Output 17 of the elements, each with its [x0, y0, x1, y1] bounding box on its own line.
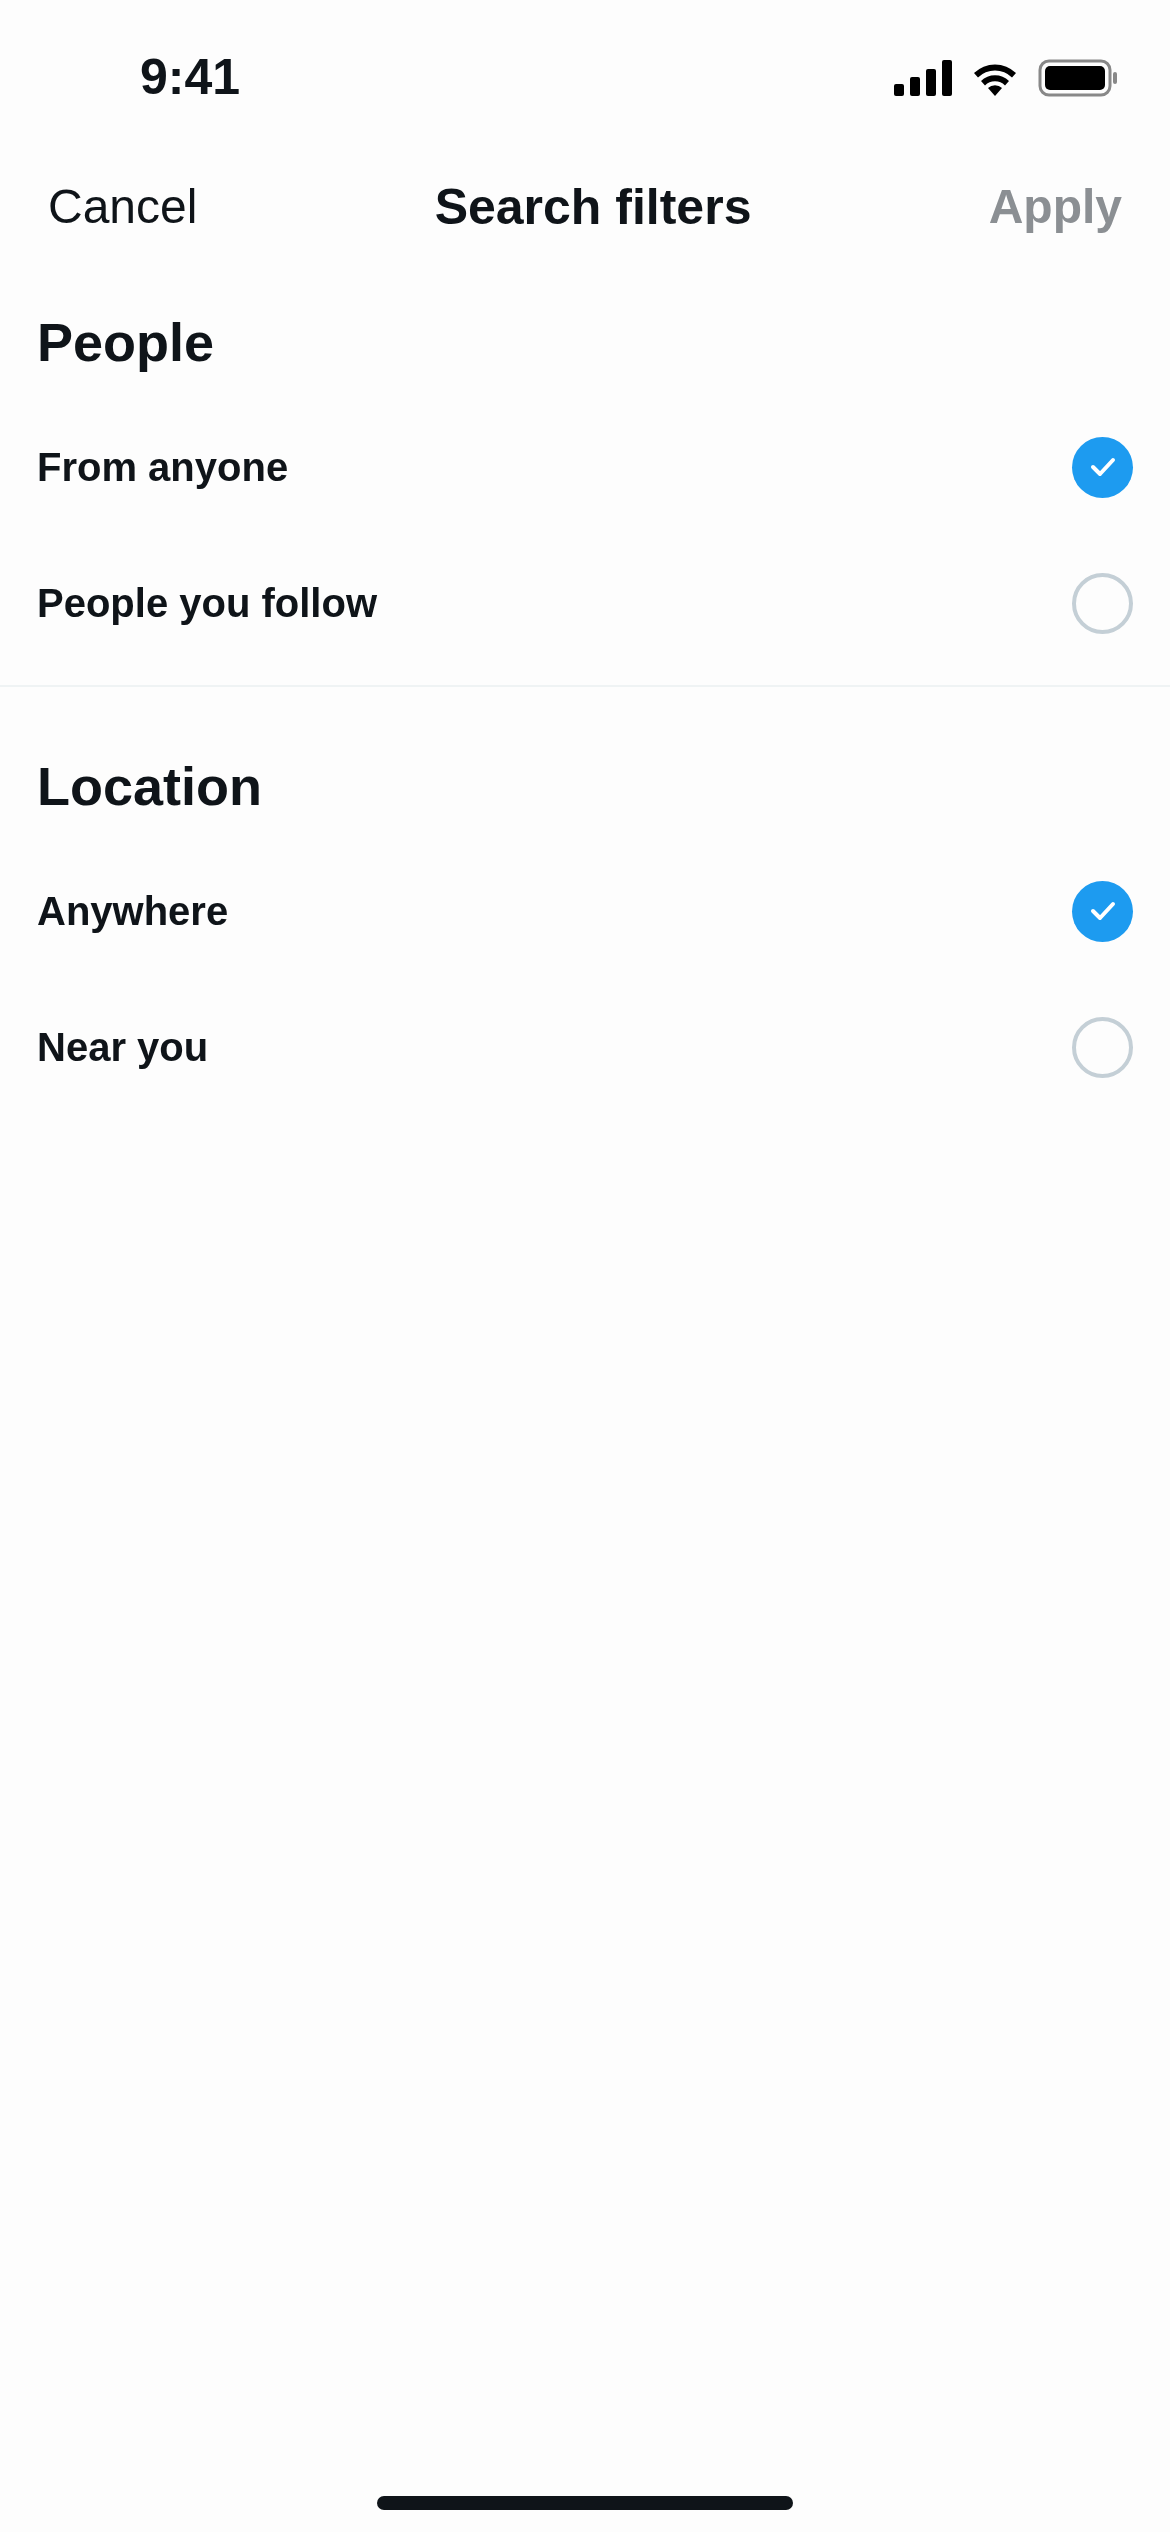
radio-button[interactable] — [1072, 572, 1133, 634]
section-heading: People — [37, 310, 216, 374]
option-label: People you follow — [37, 580, 378, 627]
cancel-button[interactable]: Cancel — [48, 171, 198, 243]
radio-button[interactable] — [1072, 880, 1133, 942]
checkmark-icon — [1089, 456, 1116, 478]
radio-button[interactable] — [1072, 1016, 1133, 1078]
signal-icon — [894, 59, 952, 96]
radio-button[interactable] — [1072, 436, 1133, 498]
battery-icon — [1038, 58, 1118, 97]
screen-title: Search filters — [434, 177, 752, 237]
option-label: Near you — [37, 1024, 209, 1071]
section-heading: Location — [37, 754, 263, 818]
status-time: 9:41 — [140, 48, 241, 107]
option-label: From anyone — [37, 444, 289, 491]
option-label: Anywhere — [37, 888, 229, 935]
checkmark-icon — [1089, 900, 1116, 922]
